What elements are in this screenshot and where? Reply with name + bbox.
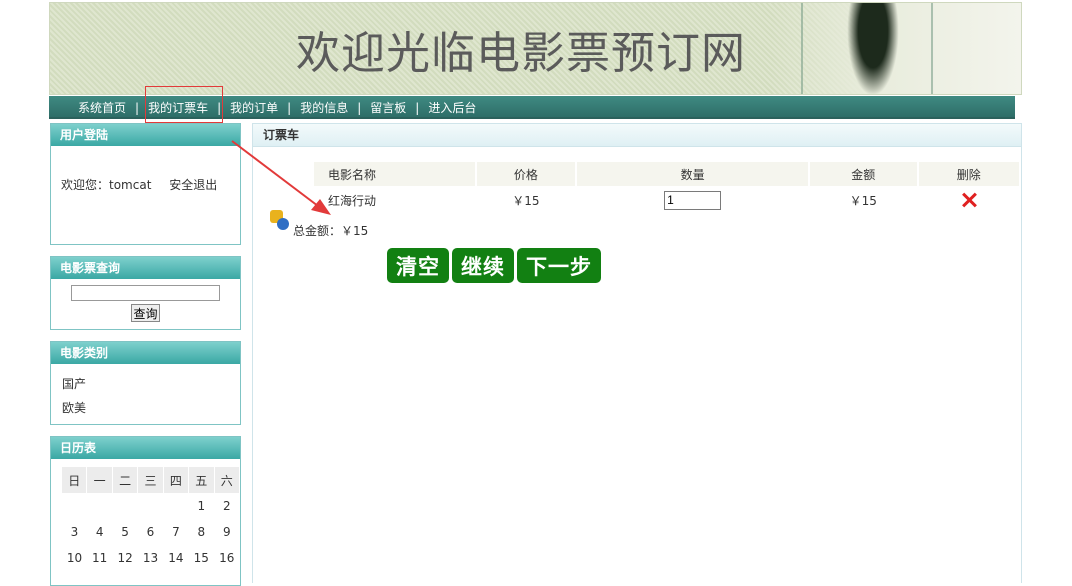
col-header-delete: 删除 <box>917 162 1022 186</box>
banner-figure <box>847 3 899 94</box>
site-title: 欢迎光临电影票预订网 <box>296 28 746 79</box>
search-button[interactable]: 查询 <box>131 304 160 322</box>
calendar-table: 日 一 二 三 四 五 六 1 2 3 4 5 6 7 8 9 10 11 12… <box>62 467 241 571</box>
col-header-name: 电影名称 <box>314 162 477 186</box>
annotation-highlight-box <box>145 86 223 123</box>
calendar-panel-title: 日历表 <box>51 437 240 459</box>
col-header-qty: 数量 <box>576 162 810 186</box>
next-step-button[interactable]: 下一步 <box>517 248 601 283</box>
calendar-day[interactable]: 12 <box>112 545 137 571</box>
money-icon <box>269 209 289 231</box>
weekday: 一 <box>86 467 113 493</box>
login-panel-title: 用户登陆 <box>51 124 240 146</box>
cart-actions: 清空 继续 下一步 <box>387 248 601 283</box>
banner-art <box>771 3 1021 94</box>
calendar-day[interactable]: 13 <box>138 545 163 571</box>
nav-info[interactable]: 我的信息 <box>300 99 348 116</box>
table-row: 红海行动 ￥15 ￥15 <box>314 186 1020 214</box>
delete-icon[interactable] <box>961 192 977 208</box>
weekday: 六 <box>214 467 241 493</box>
nav-home[interactable]: 系统首页 <box>78 99 126 116</box>
category-item[interactable]: 欧美 <box>62 396 240 420</box>
calendar-day[interactable]: 5 <box>112 519 137 545</box>
search-panel: 电影票查询 查询 <box>50 256 241 330</box>
calendar-day[interactable]: 8 <box>189 519 214 545</box>
calendar-day[interactable]: 1 <box>189 493 214 519</box>
page: 欢迎光临电影票预订网 系统首页 | 我的订票车 | 我的订单 | 我的信息 | … <box>49 0 1022 586</box>
category-panel-title: 电影类别 <box>51 342 240 364</box>
calendar-day <box>112 493 137 519</box>
nav-separator: | <box>287 100 292 115</box>
calendar-day <box>87 493 112 519</box>
calendar-day[interactable]: 3 <box>62 519 87 545</box>
category-panel: 电影类别 国产 欧美 <box>50 341 241 425</box>
movie-name: 红海行动 <box>328 193 377 208</box>
calendar-day[interactable]: 14 <box>163 545 188 571</box>
calendar-panel: 日历表 日 一 二 三 四 五 六 1 2 3 4 5 6 7 8 9 10 1… <box>50 436 241 586</box>
logout-link[interactable]: 安全退出 <box>169 178 217 192</box>
clear-button[interactable]: 清空 <box>387 248 449 283</box>
weekday: 四 <box>163 467 190 493</box>
calendar-day[interactable]: 16 <box>214 545 239 571</box>
search-panel-title: 电影票查询 <box>51 257 240 279</box>
delete-cell <box>918 186 1020 214</box>
weekday: 二 <box>112 467 139 493</box>
qty-cell <box>576 186 809 214</box>
calendar-day[interactable]: 10 <box>62 545 87 571</box>
calendar-day[interactable]: 4 <box>87 519 112 545</box>
cart-table: 电影名称 价格 数量 金额 删除 红海行动 ￥15 ￥15 <box>314 162 1022 214</box>
banner-vine <box>801 3 803 94</box>
nav-guestbook[interactable]: 留言板 <box>370 99 406 116</box>
col-header-price: 价格 <box>475 162 578 186</box>
cart-panel: 订票车 电影名称 价格 数量 金额 删除 红海行动 ￥15 ￥ <box>252 123 1022 583</box>
row-amount: ￥15 <box>849 193 877 208</box>
login-panel: 用户登陆 欢迎您：tomcat 安全退出 <box>50 123 241 245</box>
calendar-day[interactable]: 11 <box>87 545 112 571</box>
total-amount: 总金额：￥15 <box>293 224 369 238</box>
banner-vine <box>931 3 933 94</box>
calendar-day[interactable]: 6 <box>138 519 163 545</box>
calendar-day[interactable]: 15 <box>189 545 214 571</box>
col-header-amount: 金额 <box>808 162 919 186</box>
continue-button[interactable]: 继续 <box>452 248 514 283</box>
calendar-day <box>163 493 188 519</box>
movie-price: ￥15 <box>512 193 540 208</box>
nav-separator: | <box>135 100 140 115</box>
cart-panel-title: 订票车 <box>253 124 1021 147</box>
welcome-text: 欢迎您：tomcat <box>61 178 152 192</box>
weekday: 日 <box>62 467 88 493</box>
weekday: 三 <box>137 467 164 493</box>
category-item[interactable]: 国产 <box>62 372 240 396</box>
calendar-day[interactable]: 7 <box>163 519 188 545</box>
nav-admin[interactable]: 进入后台 <box>428 99 476 116</box>
quantity-input[interactable] <box>664 190 722 210</box>
calendar-day[interactable]: 2 <box>214 493 239 519</box>
banner: 欢迎光临电影票预订网 <box>49 2 1022 95</box>
calendar-day <box>138 493 163 519</box>
search-input[interactable] <box>71 285 220 301</box>
weekday: 五 <box>188 467 215 493</box>
nav-separator: | <box>415 100 420 115</box>
calendar-day[interactable]: 9 <box>214 519 239 545</box>
nav-orders[interactable]: 我的订单 <box>230 99 278 116</box>
nav-separator: | <box>357 100 362 115</box>
calendar-day <box>62 493 87 519</box>
